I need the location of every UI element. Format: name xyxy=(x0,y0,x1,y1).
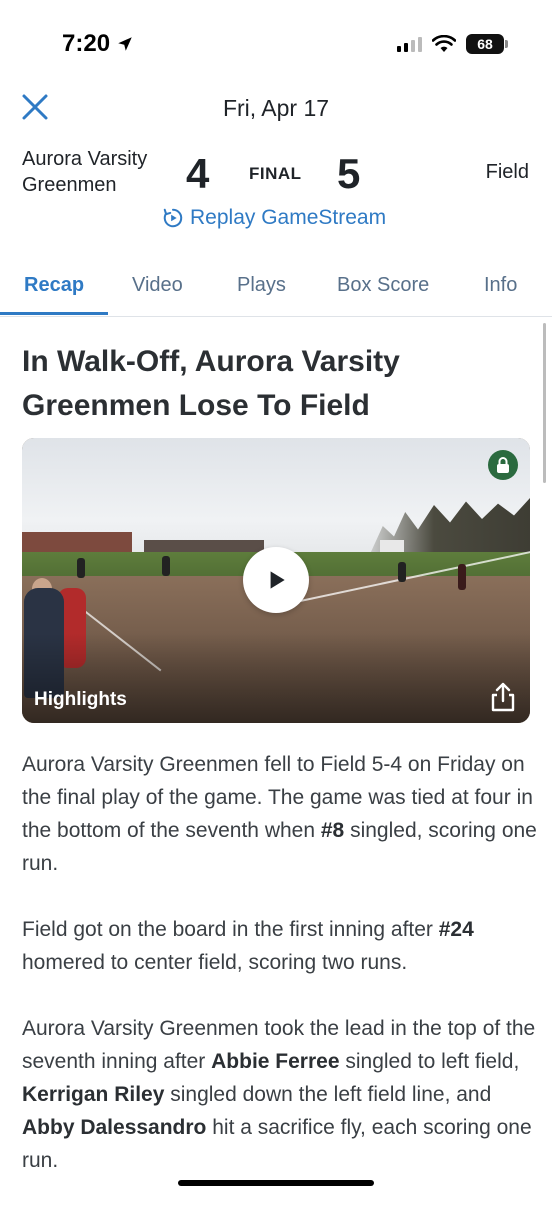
video-player xyxy=(77,558,85,578)
scrollbar[interactable] xyxy=(543,323,546,483)
tab-plays[interactable]: Plays xyxy=(237,274,286,297)
recap-paragraph: Field got on the board in the first inni… xyxy=(22,918,474,974)
status-icons: 68 xyxy=(397,34,508,54)
lock-badge xyxy=(488,450,518,480)
article-headline: In Walk-Off, Aurora Varsity Greenmen Los… xyxy=(22,345,400,422)
tab-video[interactable]: Video xyxy=(132,274,183,297)
highlights-video[interactable]: Highlights xyxy=(22,438,530,723)
share-icon[interactable] xyxy=(488,681,518,713)
lock-icon xyxy=(497,457,509,473)
replay-gamestream-link[interactable]: Replay GameStream xyxy=(162,206,386,230)
cellular-signal-icon xyxy=(397,36,422,52)
away-team-score: 5 xyxy=(337,150,361,197)
player-name: Abby Dalessandro xyxy=(22,1116,207,1139)
tab-box-score[interactable]: Box Score xyxy=(337,274,429,297)
home-indicator[interactable] xyxy=(178,1180,374,1186)
video-label: Highlights xyxy=(34,689,127,710)
video-player xyxy=(458,564,466,590)
play-button[interactable] xyxy=(243,547,309,613)
recap-paragraph: Aurora Varsity Greenmen took the lead in… xyxy=(22,1017,536,1172)
recap-paragraph: Aurora Varsity Greenmen fell to Field 5-… xyxy=(22,753,537,875)
status-time: 7:20 xyxy=(62,30,134,58)
home-team-score: 4 xyxy=(186,150,210,197)
wifi-icon xyxy=(432,35,456,52)
battery-icon: 68 xyxy=(466,34,508,54)
time-text: 7:20 xyxy=(62,30,111,57)
play-icon xyxy=(270,571,285,589)
home-team-name: Aurora Varsity Greenmen xyxy=(22,148,148,196)
player-name: Abbie Ferree xyxy=(211,1050,340,1073)
player-name: #8 xyxy=(320,819,345,842)
location-arrow-icon xyxy=(118,37,132,51)
game-status: FINAL xyxy=(249,164,302,183)
player-name: Kerrigan Riley xyxy=(22,1083,165,1106)
status-bar: 7:20 68 xyxy=(0,0,552,80)
player-name: #24 xyxy=(438,918,474,941)
article-body: Aurora Varsity Greenmen fell to Field 5-… xyxy=(22,748,537,1210)
tab-bar: Recap Video Plays Box Score Info xyxy=(0,260,552,317)
replay-icon xyxy=(163,208,183,228)
game-date: Fri, Apr 17 xyxy=(222,95,330,121)
tab-info[interactable]: Info xyxy=(484,274,517,297)
replay-label: Replay GameStream xyxy=(190,206,387,229)
tab-recap[interactable]: Recap xyxy=(24,274,84,297)
video-player xyxy=(398,562,406,582)
active-tab-indicator xyxy=(0,312,108,315)
away-team-name: Field xyxy=(485,161,529,183)
battery-level: 68 xyxy=(477,36,493,52)
video-player xyxy=(162,556,170,576)
